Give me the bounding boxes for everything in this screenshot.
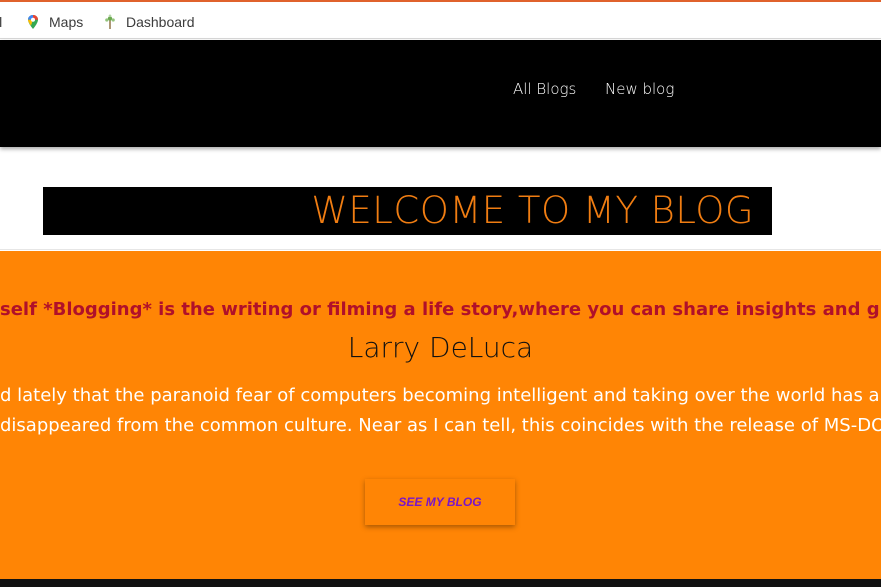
- quote-line: d lately that the paranoid fear of compu…: [0, 385, 881, 406]
- maps-pin-icon: [25, 14, 41, 30]
- bookmarks-bar: il Maps Dashboard: [0, 0, 881, 39]
- author-name: Larry DeLuca: [347, 331, 534, 364]
- welcome-banner: WELCOME TO MY BLOG: [43, 187, 772, 235]
- bookmark-item[interactable]: il: [0, 12, 2, 32]
- dashboard-icon: [102, 14, 118, 30]
- nav-all-blogs[interactable]: All Blogs: [513, 80, 576, 98]
- bookmark-label: il: [0, 14, 3, 30]
- hero-tagline: self *Blogging* is the writing or filmin…: [0, 299, 881, 320]
- site-navbar: All Blogs New blog: [0, 40, 881, 147]
- page-title: WELCOME TO MY BLOG: [311, 189, 754, 232]
- quote-line: disappeared from the common culture. Nea…: [0, 415, 881, 436]
- hero-section: self *Blogging* is the writing or filmin…: [0, 251, 881, 579]
- bookmark-label: Maps: [49, 14, 84, 30]
- bookmark-maps[interactable]: Maps: [25, 12, 83, 32]
- section-divider: [0, 249, 881, 250]
- bookmark-label: Dashboard: [126, 14, 195, 30]
- bookmark-dashboard[interactable]: Dashboard: [102, 12, 195, 32]
- see-my-blog-button[interactable]: SEE MY BLOG: [365, 479, 515, 525]
- footer-edge: [0, 579, 881, 587]
- nav-new-blog[interactable]: New blog: [605, 80, 674, 98]
